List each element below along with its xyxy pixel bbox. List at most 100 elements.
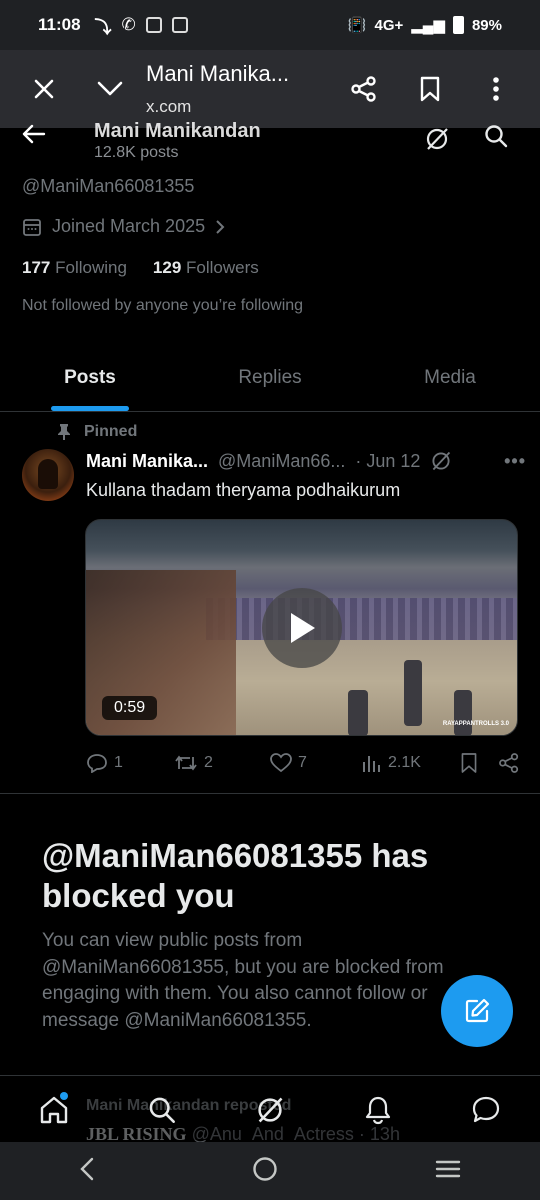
- chevron-down-icon: [97, 81, 123, 96]
- profile-search-button[interactable]: [484, 124, 508, 153]
- video-duration: 0:59: [102, 696, 158, 720]
- notification-app-icon: [145, 17, 162, 33]
- following-count: 177: [22, 258, 51, 277]
- pinned-label: Pinned: [84, 423, 138, 440]
- repost-count: 2: [204, 754, 213, 771]
- blocked-title: @ManiMan66081355 has blocked you: [42, 837, 429, 914]
- pinned-indicator: Pinned: [56, 423, 137, 441]
- post-more-button[interactable]: •••: [504, 451, 526, 472]
- views-button[interactable]: 2.1K: [362, 753, 458, 773]
- system-back-button[interactable]: [79, 1157, 95, 1186]
- profile-tabs: Posts Replies Media: [0, 350, 540, 412]
- grok-button[interactable]: [424, 126, 450, 157]
- post-divider: [0, 793, 540, 794]
- close-tab-button[interactable]: [22, 67, 66, 111]
- nav-messages[interactable]: [464, 1088, 508, 1132]
- following-link[interactable]: 177 Following: [22, 258, 127, 278]
- system-recents-button[interactable]: [435, 1159, 461, 1184]
- video-scene-row: [206, 598, 517, 640]
- compose-button[interactable]: [441, 975, 513, 1047]
- post-header: Mani Manika... @ManiMan66... · Jun 12 ••…: [86, 450, 526, 472]
- status-time: 11:08: [38, 15, 81, 34]
- calendar-icon: [23, 218, 41, 236]
- overflow-menu-button[interactable]: [474, 67, 518, 111]
- grok-icon: [258, 1097, 283, 1123]
- grok-icon[interactable]: [430, 450, 452, 472]
- battery-level: 89%: [471, 16, 502, 34]
- not-followed-note: Not followed by anyone you’re following: [22, 297, 304, 314]
- play-icon: [291, 613, 315, 643]
- video-watermark: RAYAPPANTROLLS 3.0: [442, 721, 509, 727]
- share-icon[interactable]: [498, 752, 520, 774]
- back-button[interactable]: [22, 124, 46, 149]
- tab-media[interactable]: Media: [360, 350, 540, 411]
- bookmark-icon: [420, 76, 440, 102]
- like-button[interactable]: 7: [270, 753, 362, 773]
- followers-link[interactable]: 129 Followers: [153, 258, 259, 278]
- minimize-tab-button[interactable]: [88, 67, 132, 111]
- blocked-description: You can view public posts from @ManiMan6…: [42, 930, 444, 1031]
- bell-icon: [365, 1096, 391, 1125]
- more-vertical-icon: [493, 77, 499, 101]
- profile-post-count: 12.8K posts: [94, 144, 179, 161]
- whatsapp-icon: ✆: [121, 15, 136, 34]
- nav-home[interactable]: [32, 1088, 76, 1132]
- followers-label: Followers: [186, 258, 259, 277]
- page-url: x.com: [146, 97, 192, 116]
- tab-replies[interactable]: Replies: [180, 350, 360, 411]
- post-actions: 1 2 7 2.1K: [86, 752, 520, 774]
- post-author-handle[interactable]: @ManiMan66...: [218, 451, 345, 472]
- search-icon: [149, 1097, 175, 1123]
- active-tab-indicator: [51, 406, 129, 411]
- bookmark-button[interactable]: [408, 67, 452, 111]
- page-title: Mani Manika...: [146, 61, 290, 86]
- message-icon: [472, 1096, 500, 1123]
- compose-icon: [465, 998, 490, 1023]
- share-icon: [351, 76, 376, 102]
- joined-date: Joined March 2025: [52, 216, 206, 236]
- tab-posts[interactable]: Posts: [0, 350, 180, 411]
- view-count: 2.1K: [388, 754, 421, 771]
- browser-title-area[interactable]: Mani Manika... x.com: [132, 61, 342, 117]
- section-divider: [0, 1075, 540, 1076]
- back-arrow-icon: [22, 124, 46, 144]
- close-icon: [34, 79, 54, 99]
- play-button[interactable]: [262, 588, 342, 668]
- browser-toolbar: Mani Manika... x.com: [0, 50, 540, 128]
- signal-icon: ▂▄▆: [411, 17, 445, 34]
- pin-icon: [58, 424, 70, 440]
- tab-media-label: Media: [424, 367, 476, 388]
- avatar[interactable]: [22, 449, 74, 501]
- system-home-button[interactable]: [252, 1156, 278, 1187]
- battery-icon: [452, 16, 464, 34]
- vibrate-icon: 📳: [347, 17, 367, 34]
- video-thumbnail[interactable]: 0:59 RAYAPPANTROLLS 3.0: [85, 519, 518, 736]
- notification-app-icon-2: [171, 17, 188, 33]
- post-author-name[interactable]: Mani Manika...: [86, 451, 208, 472]
- reply-button[interactable]: 1: [86, 753, 174, 773]
- network-type: 4G+: [374, 16, 404, 34]
- profile-sticky-header: Mani Manikandan 12.8K posts: [0, 120, 540, 173]
- nav-grok[interactable]: [248, 1088, 292, 1132]
- tab-posts-label: Posts: [64, 367, 116, 388]
- share-button[interactable]: [342, 67, 386, 111]
- nav-notifications[interactable]: [356, 1088, 400, 1132]
- heart-icon: [270, 753, 292, 773]
- joined-date-row[interactable]: Joined March 2025: [22, 216, 225, 237]
- analytics-icon: [363, 756, 380, 772]
- search-icon: [485, 125, 508, 148]
- nav-search[interactable]: [140, 1088, 184, 1132]
- back-chevron-icon: [79, 1157, 93, 1180]
- post-date[interactable]: · Jun 12: [355, 451, 420, 472]
- following-label: Following: [55, 258, 127, 277]
- repost-button[interactable]: 2: [174, 753, 270, 773]
- chevron-right-icon: [216, 219, 225, 234]
- bookmark-icon[interactable]: [460, 752, 478, 774]
- grok-icon: [426, 128, 448, 150]
- missed-call-icon: ⤵: [94, 17, 112, 37]
- follow-stats: 177 Following 129 Followers: [22, 258, 259, 278]
- home-unread-dot: [60, 1092, 68, 1100]
- tab-replies-label: Replies: [238, 367, 302, 388]
- like-count: 7: [298, 754, 307, 771]
- post-text: Kullana thadam theryama podhaikurum: [86, 480, 401, 500]
